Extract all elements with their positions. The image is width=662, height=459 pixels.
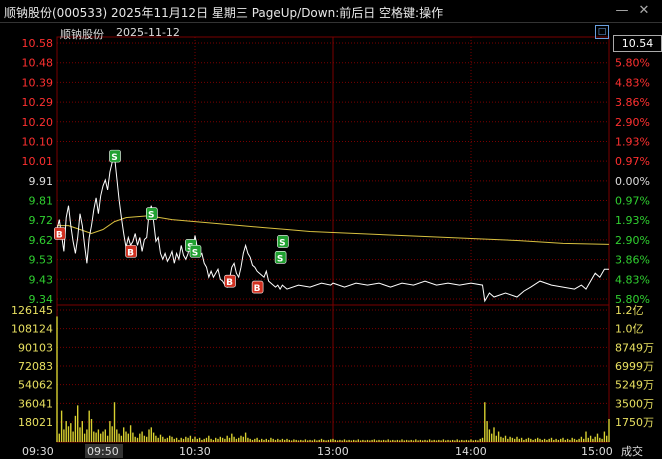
time-tick-label: 09:30 bbox=[22, 445, 54, 458]
percent-tick-label: 3.86% bbox=[615, 96, 650, 109]
window-title: 顺钠股份(000533) 2025年11月12日 星期三 PageUp/Down… bbox=[4, 6, 444, 20]
price-tick-label: 9.53 bbox=[29, 254, 54, 267]
price-tick-label: 10.29 bbox=[22, 96, 54, 109]
time-tick-label: 10:30 bbox=[179, 445, 211, 458]
percent-tick-label: 0.00% bbox=[615, 175, 650, 188]
time-tick-label: 15:00 bbox=[581, 445, 613, 458]
expand-icon[interactable]: □ bbox=[595, 25, 609, 39]
price-tick-label: 10.10 bbox=[22, 135, 54, 148]
price-tick-label: 9.72 bbox=[29, 214, 54, 227]
time-tick-label: 09:50 bbox=[87, 445, 119, 458]
window-titlebar: 顺钠股份(000533) 2025年11月12日 星期三 PageUp/Down… bbox=[0, 0, 662, 23]
intraday-chart: 10.586.77%10.485.80%10.394.83%10.293.86%… bbox=[11, 36, 654, 458]
time-tick-label: 14:00 bbox=[455, 445, 487, 458]
volume-tick-label: 36041 bbox=[18, 397, 53, 410]
percent-tick-label: 0.97% bbox=[615, 195, 650, 208]
percent-tick-label: 1.93% bbox=[615, 214, 650, 227]
price-tick-label: 10.01 bbox=[22, 155, 54, 168]
volume-amount-label: 1.0亿 bbox=[615, 323, 644, 336]
minimize-icon[interactable]: — bbox=[614, 3, 630, 19]
sell-marker-label: S bbox=[192, 248, 198, 258]
buy-marker-label: B bbox=[226, 278, 233, 288]
close-icon[interactable]: ✕ bbox=[636, 3, 652, 19]
sell-marker-label: S bbox=[111, 153, 117, 163]
volume-amount-label: 8749万 bbox=[615, 341, 654, 354]
buy-marker-label: B bbox=[254, 284, 261, 294]
current-price-box: 10.54 bbox=[613, 35, 662, 52]
buy-marker-label: B bbox=[56, 231, 63, 241]
percent-tick-label: 4.83% bbox=[615, 76, 650, 89]
sell-marker-label: S bbox=[148, 211, 154, 221]
price-tick-label: 10.39 bbox=[22, 76, 54, 89]
chart-date: 2025-11-12 bbox=[116, 26, 180, 39]
volume-tick-label: 72083 bbox=[18, 360, 53, 373]
sell-marker-label: S bbox=[277, 254, 283, 264]
price-tick-label: 9.81 bbox=[29, 195, 54, 208]
percent-tick-label: 5.80% bbox=[615, 57, 650, 70]
price-tick-label: 9.62 bbox=[29, 234, 54, 247]
percent-tick-label: 4.83% bbox=[615, 273, 650, 286]
percent-tick-label: 2.90% bbox=[615, 234, 650, 247]
sell-marker-label: S bbox=[279, 238, 285, 248]
price-tick-label: 9.91 bbox=[29, 175, 54, 188]
buy-marker-label: B bbox=[127, 248, 134, 258]
volume-amount-label: 1.2亿 bbox=[615, 304, 644, 317]
price-tick-label: 10.20 bbox=[22, 116, 54, 129]
time-tick-label: 13:00 bbox=[317, 445, 349, 458]
percent-tick-label: 2.90% bbox=[615, 116, 650, 129]
volume-tick-label: 18021 bbox=[18, 416, 53, 429]
volume-tick-label: 54062 bbox=[18, 379, 53, 392]
volume-unit-label: 成交 bbox=[621, 444, 643, 458]
volume-amount-label: 1750万 bbox=[615, 416, 654, 429]
volume-amount-label: 6999万 bbox=[615, 360, 654, 373]
percent-tick-label: 3.86% bbox=[615, 254, 650, 267]
stock-name: 顺钠股份 bbox=[60, 28, 104, 41]
price-tick-label: 10.58 bbox=[22, 37, 54, 50]
volume-tick-label: 108124 bbox=[11, 323, 53, 336]
percent-tick-label: 1.93% bbox=[615, 135, 650, 148]
volume-tick-label: 90103 bbox=[18, 341, 53, 354]
volume-amount-label: 5249万 bbox=[615, 379, 654, 392]
price-tick-label: 9.43 bbox=[29, 273, 54, 286]
price-tick-label: 10.48 bbox=[22, 57, 54, 70]
percent-tick-label: 0.97% bbox=[615, 155, 650, 168]
volume-amount-label: 3500万 bbox=[615, 397, 654, 410]
volume-tick-label: 126145 bbox=[11, 304, 53, 317]
